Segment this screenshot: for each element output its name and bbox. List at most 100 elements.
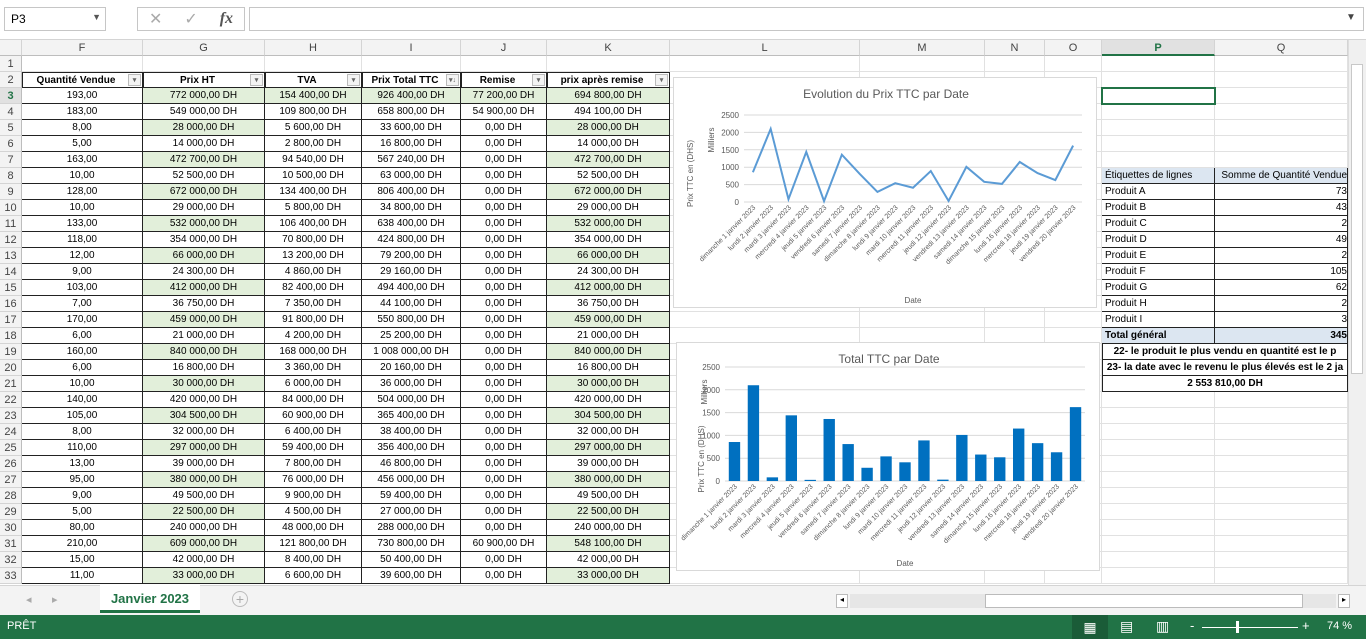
row-header-23[interactable]: 23 <box>0 408 22 424</box>
cell[interactable] <box>1102 120 1215 136</box>
table-cell[interactable]: 0,00 DH <box>461 344 547 360</box>
table-cell[interactable]: 0,00 DH <box>461 216 547 232</box>
column-header-J[interactable]: J <box>461 40 547 56</box>
table-cell[interactable]: 356 400,00 DH <box>362 440 461 456</box>
row-header-2[interactable]: 2 <box>0 72 22 88</box>
table-cell[interactable]: 0,00 DH <box>461 360 547 376</box>
cell[interactable] <box>985 312 1045 328</box>
table-cell[interactable]: 36 750,00 DH <box>143 296 265 312</box>
row-header-1[interactable]: 1 <box>0 56 22 72</box>
cell[interactable] <box>1102 472 1215 488</box>
table-cell[interactable]: 16 800,00 DH <box>143 360 265 376</box>
table-cell[interactable]: 0,00 DH <box>461 152 547 168</box>
table-cell[interactable]: 6 600,00 DH <box>265 568 362 584</box>
table-cell[interactable]: 10,00 <box>22 168 143 184</box>
table-cell[interactable]: 0,00 DH <box>461 184 547 200</box>
table-cell[interactable]: 24 300,00 DH <box>547 264 670 280</box>
normal-view-icon[interactable]: ▦ <box>1072 615 1108 639</box>
cell[interactable] <box>1215 104 1348 120</box>
row-header-27[interactable]: 27 <box>0 472 22 488</box>
row-header-30[interactable]: 30 <box>0 520 22 536</box>
table-cell[interactable]: 25 200,00 DH <box>362 328 461 344</box>
table-cell[interactable]: 13 200,00 DH <box>265 248 362 264</box>
row-header-20[interactable]: 20 <box>0 360 22 376</box>
table-cell[interactable]: 532 000,00 DH <box>547 216 670 232</box>
table-cell[interactable]: 24 300,00 DH <box>143 264 265 280</box>
cell[interactable] <box>1045 56 1102 72</box>
cell[interactable] <box>1045 312 1102 328</box>
table-cell[interactable]: 0,00 DH <box>461 200 547 216</box>
pivot-row-label[interactable]: Produit B <box>1102 200 1215 216</box>
table-cell[interactable]: 504 000,00 DH <box>362 392 461 408</box>
table-cell[interactable]: 4 500,00 DH <box>265 504 362 520</box>
table-cell[interactable]: 412 000,00 DH <box>547 280 670 296</box>
table-cell[interactable]: 9 900,00 DH <box>265 488 362 504</box>
chart-bar[interactable]: Total TTC par Date 0 500 1000 1500 2000 2500 Pr… <box>676 342 1100 571</box>
cell[interactable] <box>265 56 362 72</box>
table-cell[interactable]: 33 000,00 DH <box>547 568 670 584</box>
table-cell[interactable]: 5,00 <box>22 136 143 152</box>
table-cell[interactable]: 6,00 <box>22 360 143 376</box>
cell[interactable] <box>1215 472 1348 488</box>
table-cell[interactable]: 694 800,00 DH <box>547 88 670 104</box>
table-cell[interactable]: 28 000,00 DH <box>547 120 670 136</box>
table-cell[interactable]: 7,00 <box>22 296 143 312</box>
enter-icon[interactable]: ✓ <box>184 9 197 29</box>
table-cell[interactable]: 28 000,00 DH <box>143 120 265 136</box>
cell[interactable] <box>1102 552 1215 568</box>
page-layout-icon[interactable]: ▤ <box>1120 618 1133 635</box>
table-cell[interactable]: 0,00 DH <box>461 136 547 152</box>
table-cell[interactable]: 105,00 <box>22 408 143 424</box>
row-header-32[interactable]: 32 <box>0 552 22 568</box>
expand-formula-icon[interactable]: ▼ <box>1346 12 1356 23</box>
table-cell[interactable]: 14 000,00 DH <box>547 136 670 152</box>
row-header-11[interactable]: 11 <box>0 216 22 232</box>
table-cell[interactable]: 20 160,00 DH <box>362 360 461 376</box>
table-cell[interactable]: 33 600,00 DH <box>362 120 461 136</box>
cell[interactable] <box>1215 568 1348 584</box>
table-cell[interactable]: 8,00 <box>22 120 143 136</box>
cell[interactable] <box>1102 408 1215 424</box>
row-header-33[interactable]: 33 <box>0 568 22 584</box>
cell[interactable] <box>547 56 670 72</box>
cell[interactable] <box>860 312 985 328</box>
table-cell[interactable]: 16 800,00 DH <box>547 360 670 376</box>
pivot-header-label[interactable]: Étiquettes de lignes <box>1102 168 1215 184</box>
cell[interactable] <box>461 56 547 72</box>
table-cell[interactable]: 2 800,00 DH <box>265 136 362 152</box>
column-header-N[interactable]: N <box>985 40 1045 56</box>
table-cell[interactable]: 29 000,00 DH <box>547 200 670 216</box>
table-cell[interactable]: 459 000,00 DH <box>143 312 265 328</box>
table-cell[interactable]: 0,00 DH <box>461 376 547 392</box>
table-cell[interactable]: 0,00 DH <box>461 280 547 296</box>
table-cell[interactable]: 21 000,00 DH <box>547 328 670 344</box>
cell[interactable] <box>1102 568 1215 584</box>
table-cell[interactable]: 609 000,00 DH <box>143 536 265 552</box>
table-cell[interactable]: 806 400,00 DH <box>362 184 461 200</box>
table-cell[interactable]: 16 800,00 DH <box>362 136 461 152</box>
pivot-note[interactable]: 22- le produit le plus vendu en quantité… <box>1102 344 1348 360</box>
table-cell[interactable]: 494 400,00 DH <box>362 280 461 296</box>
row-header-9[interactable]: 9 <box>0 184 22 200</box>
table-cell[interactable]: 109 800,00 DH <box>265 104 362 120</box>
select-all-corner[interactable] <box>0 40 22 56</box>
table-cell[interactable]: 33 000,00 DH <box>143 568 265 584</box>
table-cell[interactable]: 30 000,00 DH <box>547 376 670 392</box>
pivot-row-label[interactable]: Produit E <box>1102 248 1215 264</box>
table-cell[interactable]: 354 000,00 DH <box>547 232 670 248</box>
cell[interactable] <box>1215 456 1348 472</box>
column-header-M[interactable]: M <box>860 40 985 56</box>
table-cell[interactable]: 8,00 <box>22 424 143 440</box>
row-header-26[interactable]: 26 <box>0 456 22 472</box>
zoom-out-icon[interactable]: - <box>1190 618 1194 633</box>
table-cell[interactable]: 6 000,00 DH <box>265 376 362 392</box>
table-cell[interactable]: 8 400,00 DH <box>265 552 362 568</box>
table-cell[interactable]: 60 900,00 DH <box>461 536 547 552</box>
table-cell[interactable]: 0,00 DH <box>461 520 547 536</box>
horizontal-scroll-thumb[interactable] <box>985 594 1303 608</box>
table-cell[interactable]: 10 500,00 DH <box>265 168 362 184</box>
pivot-row-value[interactable]: 3 <box>1215 312 1348 328</box>
table-cell[interactable]: 288 000,00 DH <box>362 520 461 536</box>
chevron-down-icon[interactable]: ▼ <box>92 12 101 22</box>
table-cell[interactable]: 84 000,00 DH <box>265 392 362 408</box>
